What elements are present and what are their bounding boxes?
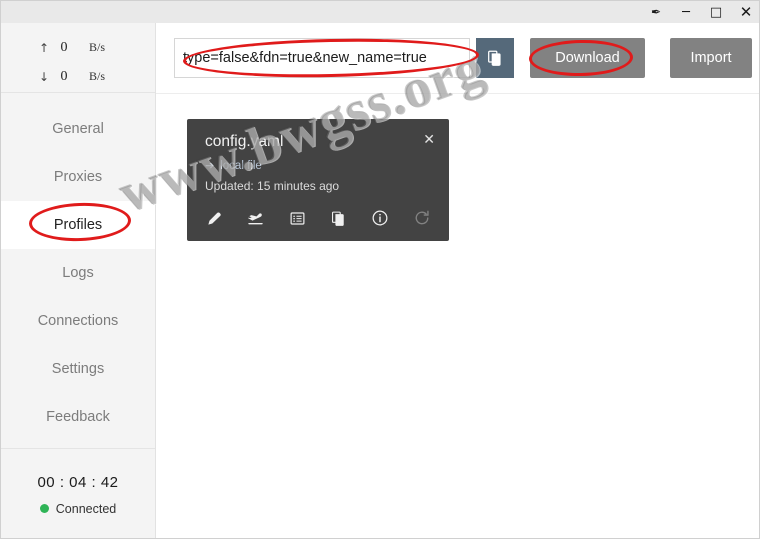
profile-updated-label: Updated: 15 minutes ago bbox=[205, 179, 340, 193]
profile-source-label: local file bbox=[220, 159, 262, 172]
uptime-timer: 00 : 04 : 42 bbox=[37, 473, 119, 491]
app-window: ✒ ─ □ ✕ ↑ 0 B/s ↓ 0 B/s General Proxies … bbox=[0, 0, 760, 539]
close-button[interactable]: ✕ bbox=[731, 1, 759, 23]
maximize-button[interactable]: □ bbox=[701, 1, 731, 23]
profile-name: config.yaml bbox=[205, 133, 284, 150]
sidebar-item-connections[interactable]: Connections bbox=[1, 297, 155, 345]
profile-card[interactable]: config.yaml ✕ ➔ local file Updated: 15 m… bbox=[187, 119, 449, 241]
upload-speed-unit: B/s bbox=[89, 40, 106, 54]
status-badge: Connected bbox=[39, 501, 117, 516]
upload-speed-row: ↑ 0 B/s bbox=[1, 33, 155, 62]
pin-icon[interactable]: ✒ bbox=[641, 1, 671, 23]
download-speed-value: 0 bbox=[60, 68, 68, 84]
duplicate-icon[interactable] bbox=[328, 207, 350, 229]
profiles-toolbar: Download Import bbox=[156, 23, 759, 94]
download-speed-unit: B/s bbox=[89, 69, 106, 83]
download-arrow-icon: ↓ bbox=[38, 69, 49, 84]
rules-icon[interactable] bbox=[286, 207, 308, 229]
status-label: Connected bbox=[55, 501, 117, 516]
apply-icon[interactable] bbox=[245, 207, 267, 229]
main-content: Download Import config.yaml ✕ ➔ local fi… bbox=[156, 23, 759, 538]
sidebar-item-general[interactable]: General bbox=[1, 105, 155, 153]
sidebar-item-feedback[interactable]: Feedback bbox=[1, 393, 155, 441]
sidebar-item-settings[interactable]: Settings bbox=[1, 345, 155, 393]
url-input[interactable] bbox=[174, 38, 470, 78]
sidebar: ↑ 0 B/s ↓ 0 B/s General Proxies Profiles… bbox=[1, 23, 156, 538]
import-button[interactable]: Import bbox=[670, 38, 752, 78]
download-speed-row: ↓ 0 B/s bbox=[1, 62, 155, 91]
sidebar-nav: General Proxies Profiles Logs Connection… bbox=[1, 93, 155, 441]
status-dot-icon bbox=[39, 504, 49, 513]
profile-close-icon[interactable]: ✕ bbox=[423, 132, 435, 148]
edit-icon[interactable] bbox=[203, 207, 225, 229]
profile-actions bbox=[203, 207, 433, 229]
sidebar-item-proxies[interactable]: Proxies bbox=[1, 153, 155, 201]
minimize-button[interactable]: ─ bbox=[671, 1, 701, 23]
upload-arrow-icon: ↑ bbox=[38, 40, 49, 55]
profile-source: ➔ local file bbox=[205, 159, 262, 172]
title-bar: ✒ ─ □ ✕ bbox=[1, 1, 759, 23]
connection-status-panel: 00 : 04 : 42 Connected bbox=[1, 448, 155, 538]
sidebar-item-logs[interactable]: Logs bbox=[1, 249, 155, 297]
traffic-stats: ↑ 0 B/s ↓ 0 B/s bbox=[1, 23, 155, 93]
refresh-icon[interactable] bbox=[411, 207, 433, 229]
copy-icon[interactable] bbox=[476, 38, 514, 78]
info-icon[interactable] bbox=[369, 207, 391, 229]
sidebar-item-profiles[interactable]: Profiles bbox=[1, 201, 155, 249]
arrow-right-icon: ➔ bbox=[205, 159, 215, 172]
download-button[interactable]: Download bbox=[530, 38, 645, 78]
upload-speed-value: 0 bbox=[60, 39, 68, 55]
